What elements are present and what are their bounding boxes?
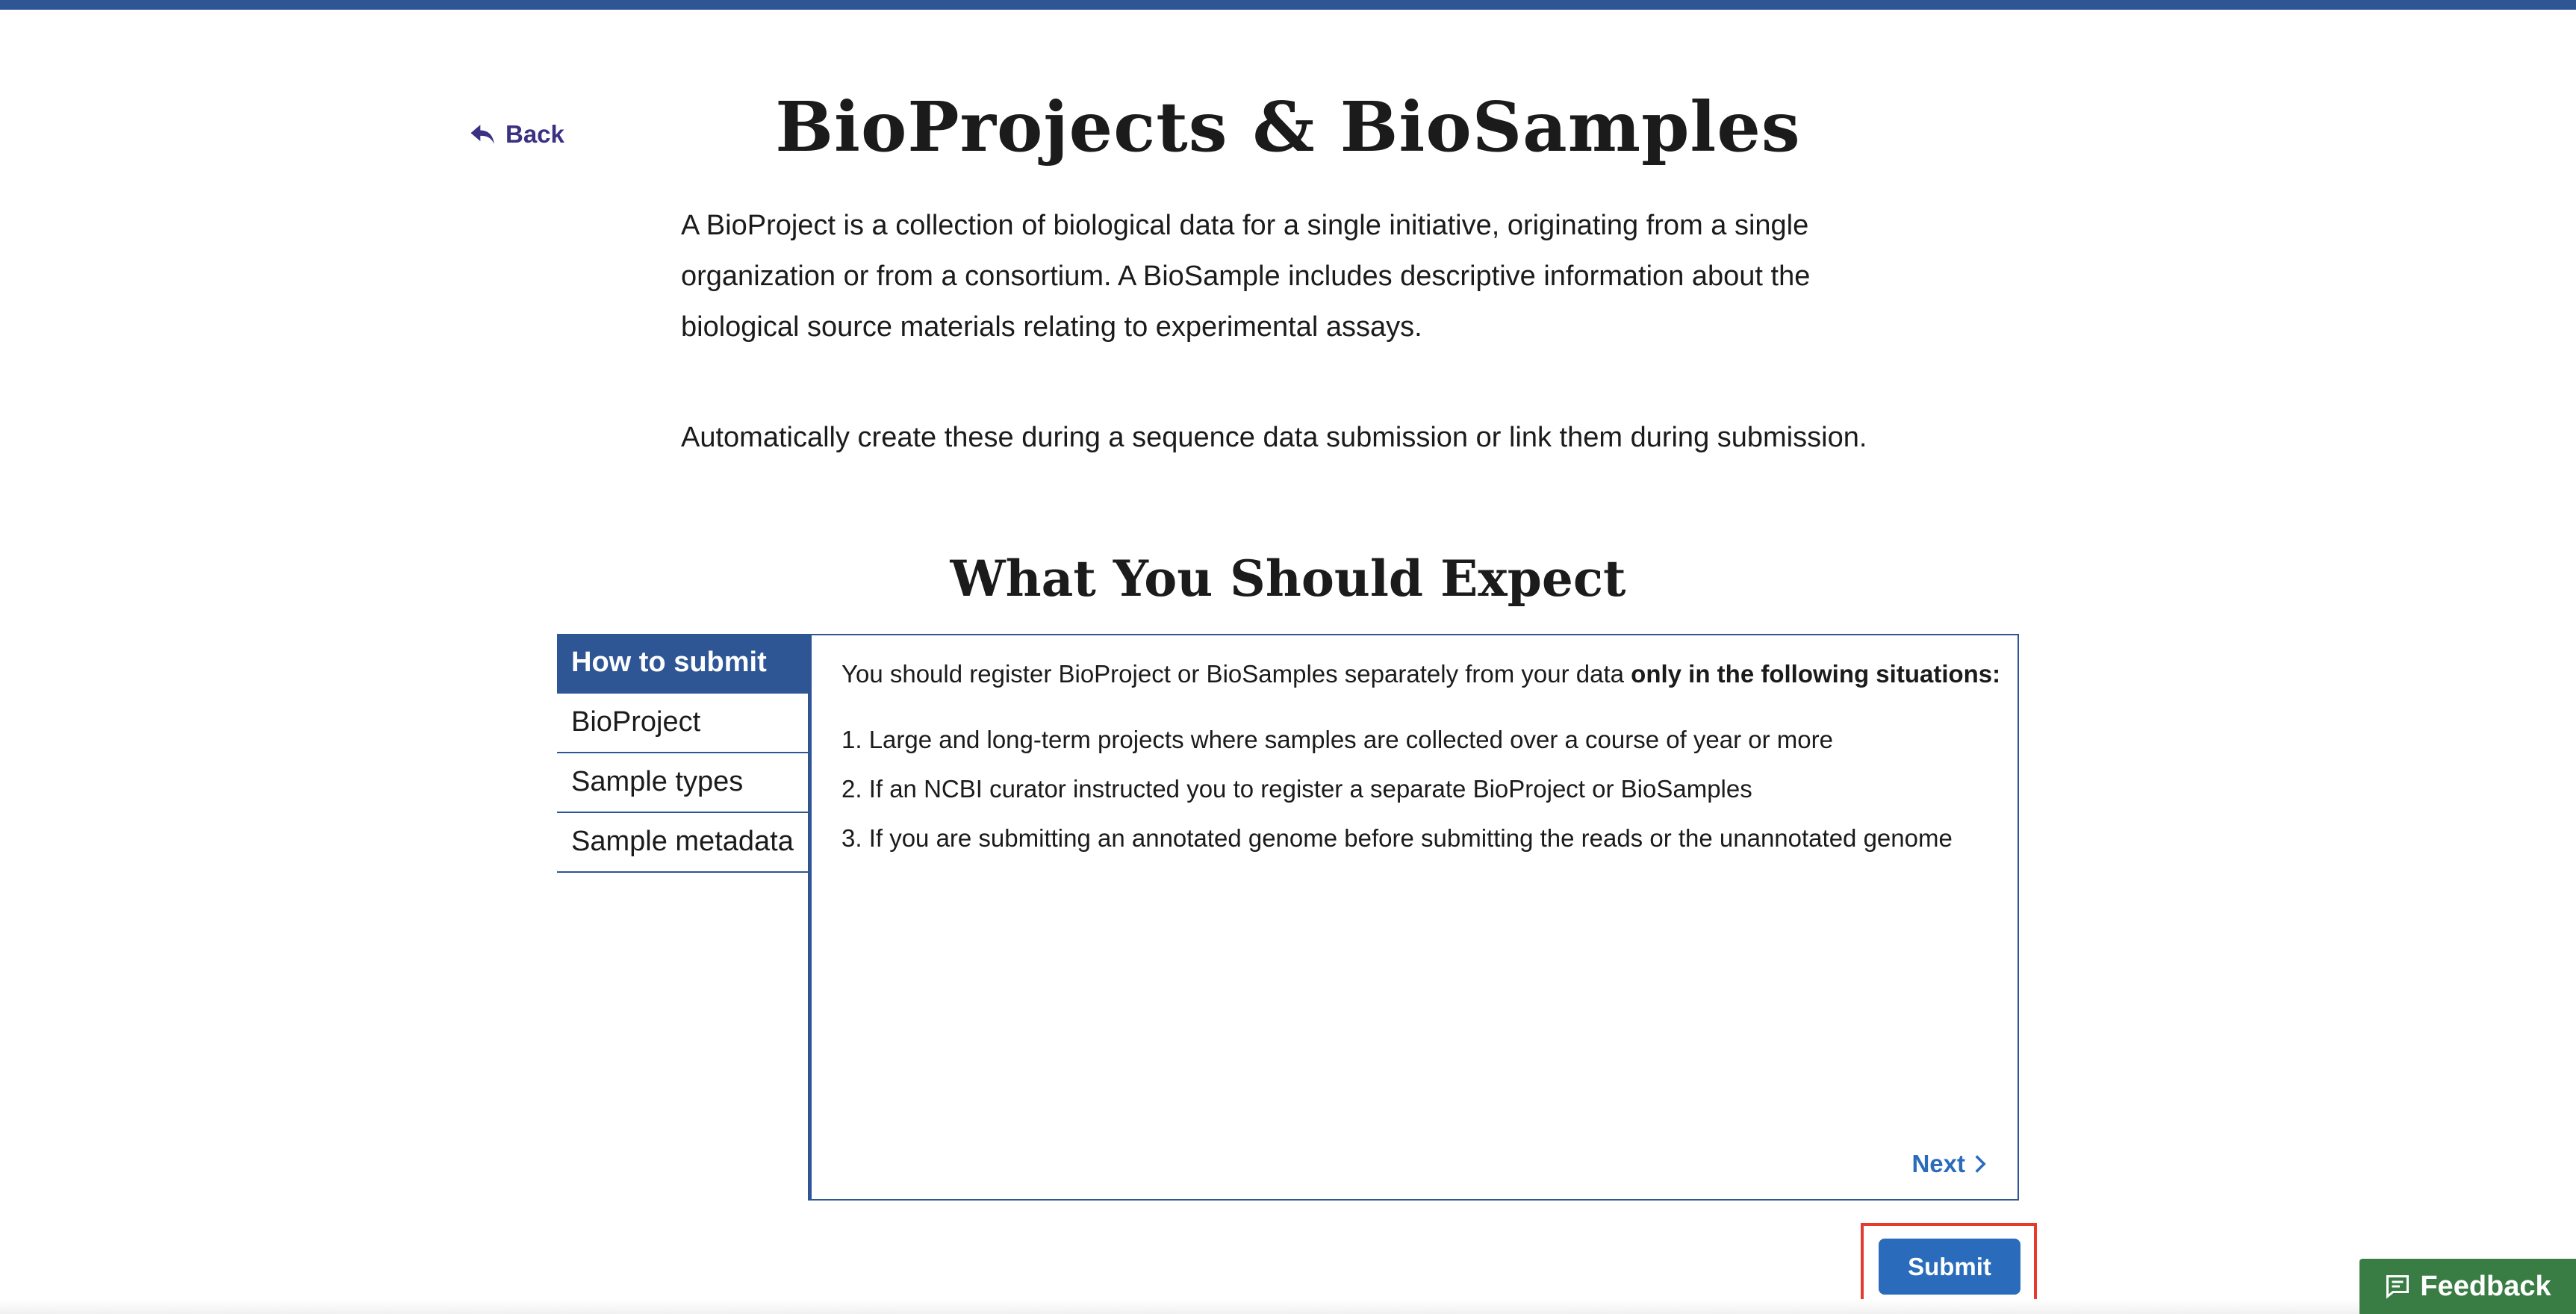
expect-tab-list: How to submit BioProject Sample types Sa… <box>557 634 808 873</box>
bottom-edge <box>0 1299 2576 1314</box>
tab-how-to-submit[interactable]: How to submit <box>557 634 808 694</box>
page: Back BioProjects & BioSamples A BioProje… <box>0 0 2576 1314</box>
feedback-label: Feedback <box>2420 1270 2551 1302</box>
intro-note: Automatically create these during a sequ… <box>681 422 1867 453</box>
section-title: What You Should Expect <box>950 549 1626 608</box>
lead-text: You should register BioProject or BioSam… <box>841 660 1631 688</box>
chat-bubble-icon <box>2386 1275 2409 1299</box>
feedback-button[interactable]: Feedback <box>2359 1259 2576 1314</box>
tab-sample-metadata[interactable]: Sample metadata <box>557 813 808 873</box>
next-label: Next <box>1911 1150 1965 1177</box>
panel-lead-text: You should register BioProject or BioSam… <box>841 658 2000 691</box>
situation-list: 1. Large and long-term projects where sa… <box>841 723 1953 871</box>
chevron-right-icon <box>1975 1155 1986 1173</box>
top-banner-bar <box>0 0 2576 10</box>
tab-sample-types[interactable]: Sample types <box>557 753 808 813</box>
list-item: 2. If an NCBI curator instructed you to … <box>841 775 1752 803</box>
lead-emphasis: only in the following situations: <box>1631 660 2001 688</box>
page-title: BioProjects & BioSamples <box>775 87 1801 167</box>
submit-button[interactable]: Submit <box>1879 1239 2020 1295</box>
tab-content-panel: You should register BioProject or BioSam… <box>808 634 2019 1201</box>
next-link[interactable]: Next <box>1911 1150 1988 1178</box>
intro-paragraph: A BioProject is a collection of biologic… <box>681 210 1811 343</box>
tab-bioproject[interactable]: BioProject <box>557 694 808 753</box>
list-item: 3. If you are submitting an annotated ge… <box>841 824 1953 852</box>
list-item: 1. Large and long-term projects where sa… <box>841 726 1833 753</box>
